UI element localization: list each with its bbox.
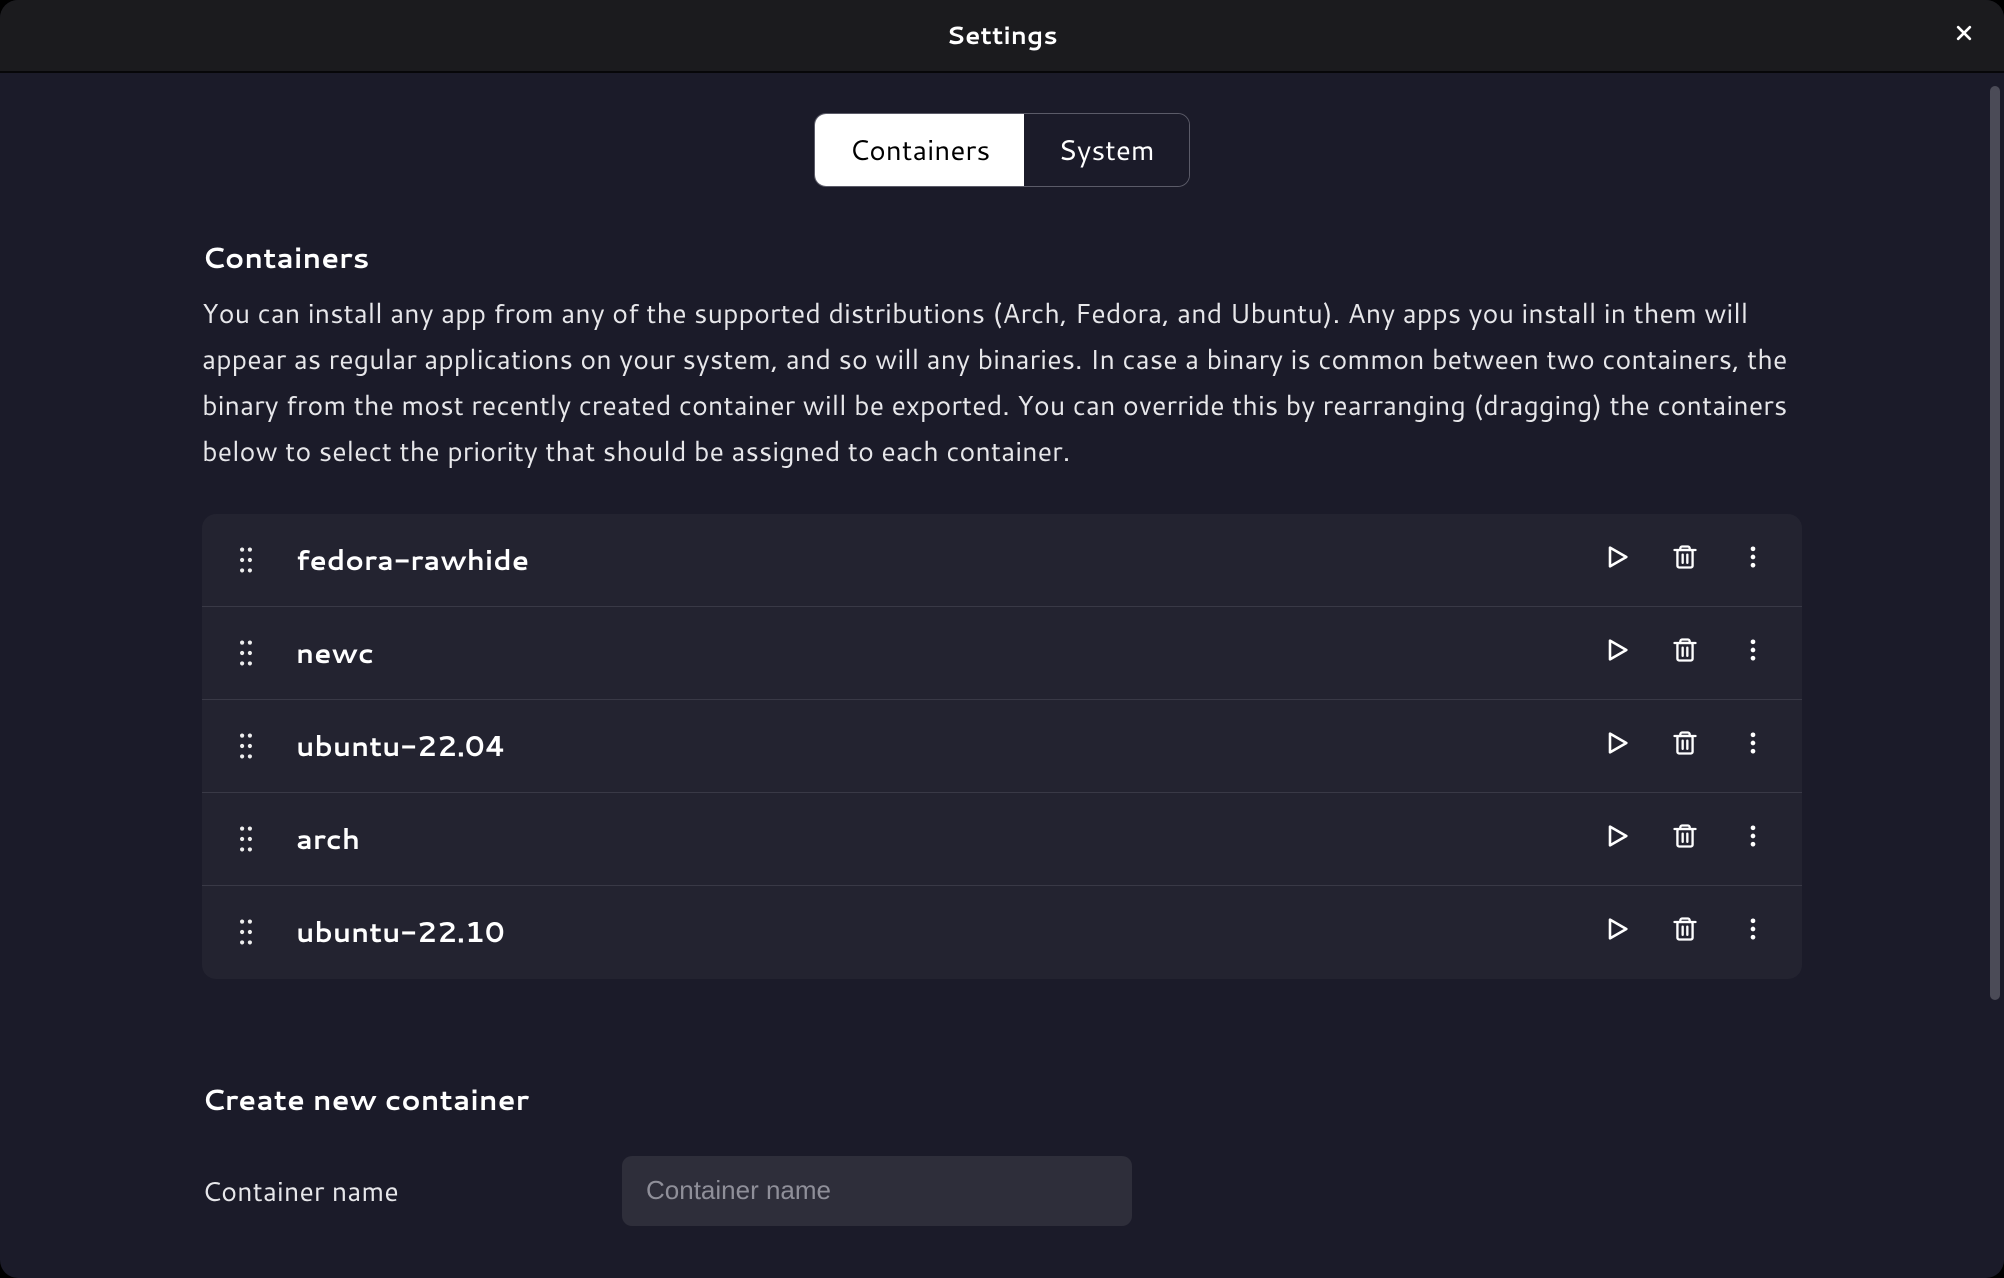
more-button[interactable] <box>1736 915 1770 949</box>
delete-button[interactable] <box>1668 822 1702 856</box>
scrollbar-thumb[interactable] <box>1990 86 2000 1000</box>
trash-icon <box>1671 915 1699 949</box>
more-vertical-icon <box>1739 822 1767 856</box>
play-icon <box>1603 543 1631 577</box>
more-vertical-icon <box>1739 729 1767 763</box>
container-name: arch <box>296 819 1600 859</box>
row-actions <box>1600 729 1770 763</box>
tab-system[interactable]: System <box>1024 114 1188 186</box>
close-button[interactable] <box>1948 20 1980 52</box>
container-row[interactable]: newc <box>202 607 1802 700</box>
container-name: fedora-rawhide <box>296 540 1600 580</box>
section-title: Containers <box>202 237 1802 278</box>
play-icon <box>1603 822 1631 856</box>
run-button[interactable] <box>1600 729 1634 763</box>
close-icon <box>1954 23 1974 49</box>
main-panel: Containers You can install any app from … <box>182 237 1822 1226</box>
more-vertical-icon <box>1739 543 1767 577</box>
tab-group: Containers System <box>814 113 1189 187</box>
trash-icon <box>1671 636 1699 670</box>
container-name: ubuntu-22.10 <box>296 912 1600 952</box>
run-button[interactable] <box>1600 915 1634 949</box>
more-vertical-icon <box>1739 915 1767 949</box>
settings-window: Settings Containers System Containers Yo… <box>0 0 2004 1278</box>
content-area: Containers System Containers You can ins… <box>0 73 2004 1278</box>
drag-handle-icon[interactable] <box>234 826 258 852</box>
container-list: fedora-rawhide newc ubuntu-22.04 arch <box>202 514 1802 979</box>
drag-handle-icon[interactable] <box>234 733 258 759</box>
container-row[interactable]: arch <box>202 793 1802 886</box>
scrollbar[interactable] <box>1990 86 2000 1258</box>
titlebar: Settings <box>0 0 2004 73</box>
tab-bar: Containers System <box>0 73 2004 237</box>
run-button[interactable] <box>1600 543 1634 577</box>
container-name-row: Container name <box>202 1156 1802 1226</box>
delete-button[interactable] <box>1668 636 1702 670</box>
section-description: You can install any app from any of the … <box>202 290 1802 474</box>
container-name-label: Container name <box>202 1171 582 1210</box>
run-button[interactable] <box>1600 822 1634 856</box>
container-row[interactable]: fedora-rawhide <box>202 514 1802 607</box>
container-row[interactable]: ubuntu-22.10 <box>202 886 1802 979</box>
tab-containers[interactable]: Containers <box>815 114 1024 186</box>
drag-handle-icon[interactable] <box>234 640 258 666</box>
container-name-input[interactable] <box>622 1156 1132 1226</box>
drag-handle-icon[interactable] <box>234 919 258 945</box>
play-icon <box>1603 915 1631 949</box>
play-icon <box>1603 636 1631 670</box>
trash-icon <box>1671 543 1699 577</box>
more-button[interactable] <box>1736 822 1770 856</box>
trash-icon <box>1671 729 1699 763</box>
row-actions <box>1600 915 1770 949</box>
delete-button[interactable] <box>1668 543 1702 577</box>
window-title: Settings <box>946 18 1057 53</box>
create-section-title: Create new container <box>202 1079 1802 1120</box>
row-actions <box>1600 543 1770 577</box>
more-button[interactable] <box>1736 729 1770 763</box>
container-name: newc <box>296 633 1600 673</box>
row-actions <box>1600 822 1770 856</box>
row-actions <box>1600 636 1770 670</box>
container-name: ubuntu-22.04 <box>296 726 1600 766</box>
delete-button[interactable] <box>1668 729 1702 763</box>
more-button[interactable] <box>1736 636 1770 670</box>
play-icon <box>1603 729 1631 763</box>
more-vertical-icon <box>1739 636 1767 670</box>
run-button[interactable] <box>1600 636 1634 670</box>
delete-button[interactable] <box>1668 915 1702 949</box>
drag-handle-icon[interactable] <box>234 547 258 573</box>
trash-icon <box>1671 822 1699 856</box>
more-button[interactable] <box>1736 543 1770 577</box>
container-row[interactable]: ubuntu-22.04 <box>202 700 1802 793</box>
